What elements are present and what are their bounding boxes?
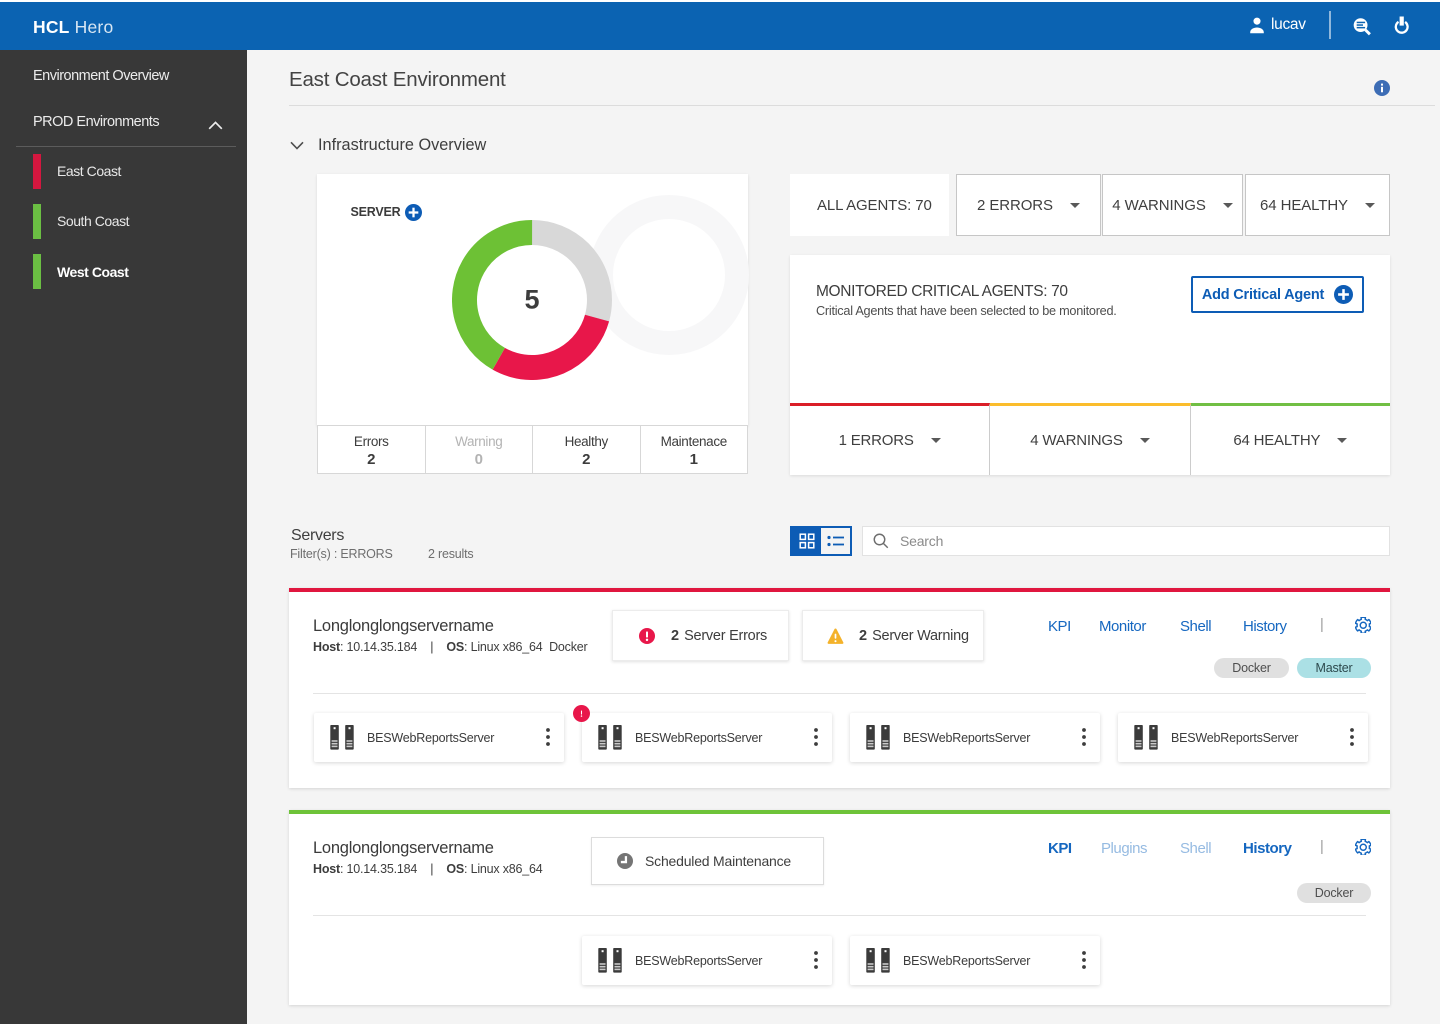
svg-text:5: 5 <box>524 284 539 314</box>
